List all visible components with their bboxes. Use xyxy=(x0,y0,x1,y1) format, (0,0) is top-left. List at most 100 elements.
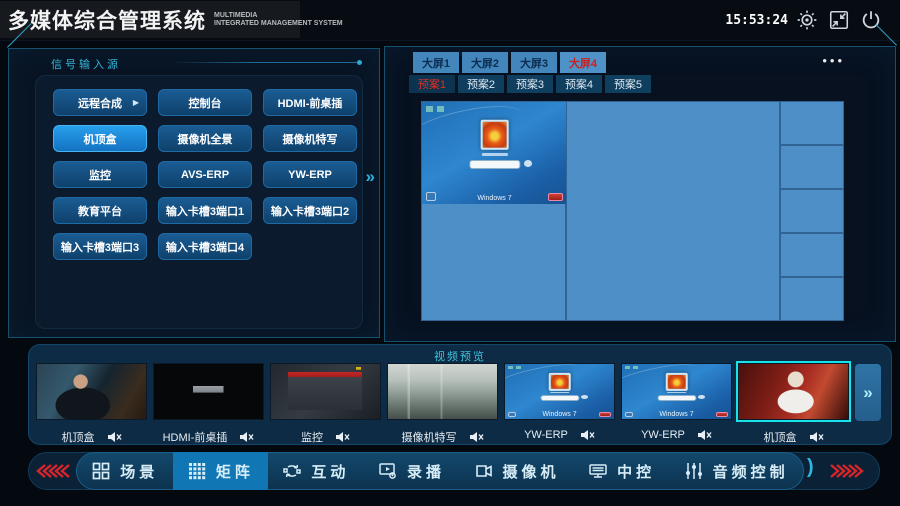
videowall-cell-right[interactable] xyxy=(780,101,844,145)
source-button[interactable]: 摄像机特写 xyxy=(263,125,357,152)
preview-label-row: 机顶盒 xyxy=(738,429,849,445)
nav-item-interaction[interactable]: 互动 xyxy=(268,452,363,490)
screen-tab[interactable]: 大屏1 xyxy=(413,52,459,73)
nav-item-recording[interactable]: 录播 xyxy=(364,452,459,490)
source-button-label: 输入卡槽3端口3 xyxy=(61,239,139,255)
preview-thumbnail[interactable]: Windows 7 xyxy=(504,363,615,420)
source-button[interactable]: 控制台 xyxy=(158,89,252,116)
mute-icon[interactable] xyxy=(697,429,712,441)
videowall-cell-right[interactable] xyxy=(780,233,844,277)
nav-item-label: 音频控制 xyxy=(713,461,789,482)
videowall-canvas[interactable]: Windows 7 xyxy=(421,101,844,321)
source-button-label: 机顶盒 xyxy=(84,131,117,147)
app-subtitle-line2: INTEGRATED MANAGEMENT SYSTEM xyxy=(214,20,343,27)
source-button[interactable]: 机顶盒 xyxy=(53,125,147,152)
mute-icon[interactable] xyxy=(580,429,595,441)
screen-layout-panel: 大屏1 大屏2 大屏3 大屏4 预案1 预案2 预案3预案4 预案5 ••• Windows… xyxy=(384,46,896,342)
screen-tab[interactable]: 大屏3 xyxy=(511,52,557,73)
preset-tab[interactable]: 预案3 xyxy=(507,75,553,93)
more-options-icon[interactable]: ••• xyxy=(822,53,845,68)
source-button[interactable]: AVS-ERP xyxy=(158,161,252,188)
videowall-cell-left[interactable]: Windows 7 xyxy=(421,101,566,321)
preview-thumbnail[interactable] xyxy=(738,363,849,420)
preview-label-row: 监控 xyxy=(270,429,381,445)
nav-item-camera[interactable]: 摄像机 xyxy=(460,452,574,490)
source-button-label: AVS-ERP xyxy=(181,169,229,181)
mute-icon[interactable] xyxy=(809,431,824,443)
preset-tab[interactable]: 预案4 xyxy=(556,75,602,93)
preview-item: 摄像机特写 xyxy=(387,363,498,445)
preset-tab-label: 预案2 xyxy=(467,76,495,92)
screen-tab-label: 大屏1 xyxy=(422,55,450,71)
interaction-icon xyxy=(282,461,302,481)
mute-icon[interactable] xyxy=(335,431,350,443)
nav-item-matrix-grid[interactable]: 矩阵 xyxy=(173,452,268,490)
source-button-grid: 远程合成▶ 控制台 HDMI-前桌插机顶盒 摄像机全景摄像机特写监控 AVS-ERP YW… xyxy=(53,89,357,260)
source-button-container: 远程合成▶ 控制台 HDMI-前桌插机顶盒 摄像机全景摄像机特写监控 AVS-ERP YW… xyxy=(35,75,363,329)
source-button-label: 输入卡槽3端口1 xyxy=(166,203,244,219)
preview-thumbnail[interactable] xyxy=(387,363,498,420)
source-button[interactable]: 输入卡槽3端口1 xyxy=(158,197,252,224)
source-button-label: 教育平台 xyxy=(78,203,122,219)
nav-item-central-control[interactable]: 中控 xyxy=(574,452,669,490)
win7-password-input xyxy=(657,395,696,401)
preview-item: 机顶盒 xyxy=(36,363,147,445)
source-button[interactable]: 输入卡槽3端口4 xyxy=(158,233,252,260)
source-button-label: YW-ERP xyxy=(288,169,332,181)
settings-icon[interactable] xyxy=(796,9,818,31)
recording-icon xyxy=(378,461,398,481)
screen-tab[interactable]: 大屏2 xyxy=(462,52,508,73)
preset-tab-label: 预案1 xyxy=(418,76,446,92)
preview-item: Windows 7YW-ERP xyxy=(621,363,732,445)
source-button[interactable]: 监控 xyxy=(53,161,147,188)
mute-icon[interactable] xyxy=(469,431,484,443)
win7-login-button xyxy=(524,160,533,167)
source-button[interactable]: 摄像机全景 xyxy=(158,125,252,152)
application-window: 多媒体综合管理系统 MULTIMEDIA INTEGRATED MANAGEME… xyxy=(0,0,900,506)
videowall-cell-right[interactable] xyxy=(780,189,844,233)
win7-window-controls-icon xyxy=(508,366,521,369)
preview-label-row: 摄像机特写 xyxy=(387,429,498,445)
preset-tabs: 预案1 预案2 预案3预案4 预案5 xyxy=(409,75,651,93)
win7-username-label xyxy=(550,392,570,394)
videowall-source-window-win7[interactable]: Windows 7 xyxy=(422,102,567,204)
preview-scroll-right-button[interactable]: » xyxy=(855,364,881,421)
submenu-arrow-icon: ▶ xyxy=(133,98,139,107)
videowall-right-column xyxy=(780,101,844,321)
preset-tab[interactable]: 预案2 xyxy=(458,75,504,93)
restore-window-icon[interactable] xyxy=(828,9,850,31)
nav-item-label: 中控 xyxy=(617,461,655,482)
win7-thumbnail-content: Windows 7 xyxy=(505,364,614,419)
app-subtitle: MULTIMEDIA INTEGRATED MANAGEMENT SYSTEM xyxy=(214,12,343,28)
source-button[interactable]: 输入卡槽3端口2 xyxy=(263,197,357,224)
panel-expand-chevron-icon[interactable]: » xyxy=(366,167,375,187)
source-button-label: 输入卡槽3端口2 xyxy=(271,203,349,219)
source-button[interactable]: 输入卡槽3端口3 xyxy=(53,233,147,260)
preset-tab[interactable]: 预案5 xyxy=(605,75,651,93)
screen-tab[interactable]: 大屏4 xyxy=(560,52,606,73)
preset-tab[interactable]: 预案1 xyxy=(409,75,455,93)
screen-tab-label: 大屏3 xyxy=(520,55,548,71)
preview-thumbnail[interactable] xyxy=(36,363,147,420)
nav-item-audio-control[interactable]: 音频控制 xyxy=(670,452,803,490)
nav-item-scene-grid[interactable]: 场景 xyxy=(77,452,172,490)
mute-icon[interactable] xyxy=(107,431,122,443)
videowall-cell-center[interactable] xyxy=(566,101,780,321)
win7-thumbnail-content: Windows 7 xyxy=(622,364,731,419)
source-button[interactable]: HDMI-前桌插 xyxy=(263,89,357,116)
videowall-cell-right[interactable] xyxy=(780,145,844,189)
camera-icon xyxy=(474,461,494,481)
source-button[interactable]: 教育平台 xyxy=(53,197,147,224)
preview-item: HDMI-前桌插 xyxy=(153,363,264,445)
preview-thumbnail[interactable]: Windows 7 xyxy=(621,363,732,420)
video-preview-title: 视频预览 xyxy=(29,348,891,364)
win7-login-button xyxy=(581,395,588,399)
mute-icon[interactable] xyxy=(239,431,254,443)
preset-tab-label: 预案5 xyxy=(614,76,642,92)
preview-source-label: 机顶盒 xyxy=(764,429,797,445)
videowall-cell-right[interactable] xyxy=(780,277,844,321)
preview-thumbnail[interactable] xyxy=(270,363,381,420)
source-button[interactable]: YW-ERP xyxy=(263,161,357,188)
preview-thumbnail[interactable] xyxy=(153,363,264,420)
source-button[interactable]: 远程合成▶ xyxy=(53,89,147,116)
